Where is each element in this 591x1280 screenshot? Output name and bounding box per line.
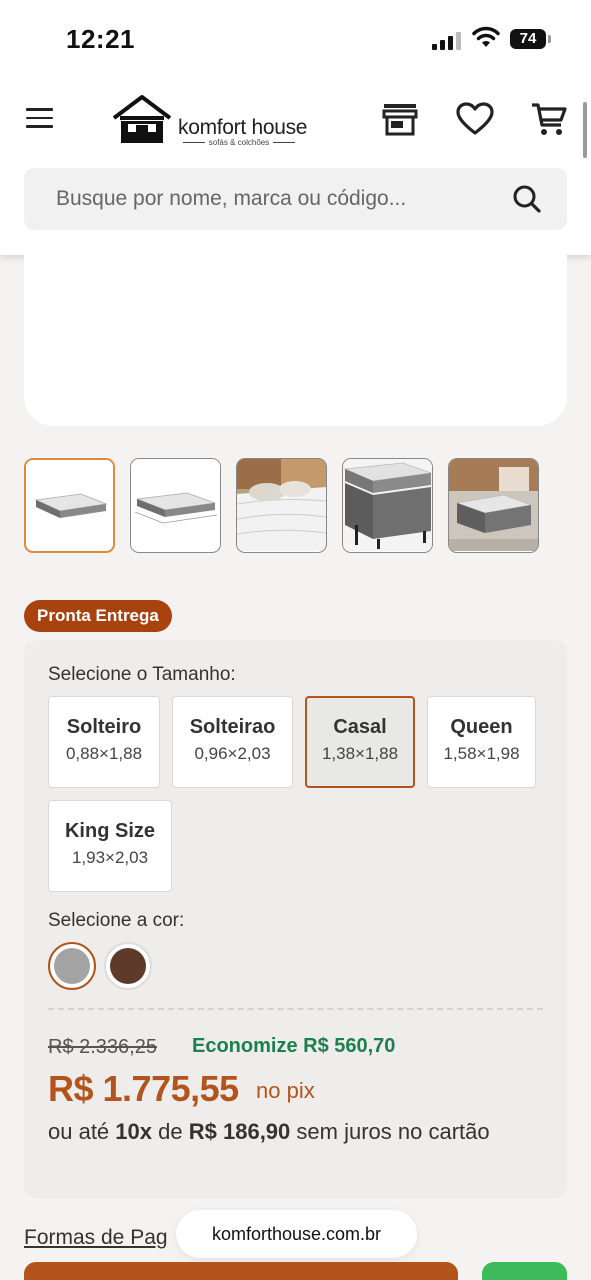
size-name: Solteiro — [66, 716, 142, 738]
signal-icon — [432, 30, 462, 50]
installments-suffix: sem juros no cartão — [296, 1119, 490, 1144]
wifi-icon — [472, 26, 500, 53]
color-swatch-gray[interactable] — [48, 942, 96, 990]
size-label: Selecione o Tamanho: — [48, 664, 236, 685]
cart-icon[interactable] — [531, 102, 567, 143]
size-name: Solteirao — [189, 716, 276, 738]
swatch-fill — [110, 948, 146, 984]
size-dimensions: 1,93×2,03 — [71, 848, 149, 867]
size-dimensions: 1,58×1,98 — [443, 744, 520, 763]
size-name: King Size — [64, 820, 155, 842]
savings-text: Economize R$ 560,70 — [192, 1035, 396, 1057]
color-label: Selecione a cor: — [48, 910, 185, 931]
installments-text: ou até 10x de R$ 186,90 sem juros no car… — [48, 1118, 518, 1146]
size-name: Queen — [450, 716, 513, 738]
logo-house-icon — [112, 95, 172, 143]
thumbnail-4[interactable] — [342, 458, 433, 553]
size-option-queen[interactable]: Queen 1,58×1,98 — [427, 696, 536, 788]
status-bar: 12:21 74 — [0, 0, 591, 80]
size-dimensions: 1,38×1,88 — [321, 744, 399, 763]
product-options-panel: Selecione o Tamanho: Solteiro 0,88×1,88 … — [24, 640, 567, 1198]
installments-amount: R$ 186,90 — [188, 1119, 291, 1144]
browser-url-pill[interactable]: komforthouse.com.br — [176, 1210, 417, 1258]
product-main-image[interactable] — [24, 254, 567, 426]
menu-icon[interactable] — [26, 108, 53, 130]
size-name: Casal — [333, 716, 387, 738]
old-price: R$ 2.336,25 — [48, 1036, 157, 1058]
price-divider — [48, 1008, 543, 1010]
size-dimensions: 0,96×2,03 — [194, 744, 271, 763]
logo-name: komfort house — [178, 116, 308, 139]
pix-price: R$ 1.775,55 — [48, 1068, 239, 1109]
payment-methods-link[interactable]: Formas de Pag — [24, 1226, 168, 1250]
thumbnail-1[interactable] — [24, 458, 115, 553]
logo-tagline: sofás & colchões — [178, 138, 300, 147]
search-input[interactable] — [24, 168, 504, 230]
thumbnail-strip — [24, 458, 567, 554]
search-bar — [24, 168, 567, 230]
installments-prefix: ou até — [48, 1119, 110, 1144]
thumbnail-3[interactable] — [236, 458, 327, 553]
whatsapp-button[interactable] — [482, 1262, 567, 1280]
status-time: 12:21 — [66, 24, 135, 54]
battery-icon: 74 — [510, 29, 551, 49]
search-icon[interactable] — [512, 184, 542, 219]
size-dimensions: 0,88×1,88 — [65, 744, 143, 763]
thumbnail-2[interactable] — [130, 458, 221, 553]
installments-middle: de — [158, 1119, 183, 1144]
logo[interactable]: komfort house sofás & colchões — [112, 94, 307, 148]
pix-label: no pix — [256, 1078, 315, 1103]
pronta-entrega-badge: Pronta Entrega — [24, 600, 172, 632]
thumbnail-5[interactable] — [448, 458, 539, 553]
heart-icon[interactable] — [456, 102, 494, 141]
size-option-solteirao[interactable]: Solteirao 0,96×2,03 — [172, 696, 293, 788]
scrollbar[interactable] — [583, 102, 587, 158]
buy-button[interactable] — [24, 1262, 458, 1280]
color-swatch-brown[interactable] — [104, 942, 152, 990]
store-icon[interactable] — [382, 102, 418, 141]
installments-count: 10x — [115, 1119, 153, 1144]
site-header: komfort house sofás & colchões — [0, 80, 591, 255]
size-option-solteiro[interactable]: Solteiro 0,88×1,88 — [48, 696, 160, 788]
size-option-casal[interactable]: Casal 1,38×1,88 — [305, 696, 415, 788]
swatch-fill — [54, 948, 90, 984]
size-option-king-size[interactable]: King Size 1,93×2,03 — [48, 800, 172, 892]
